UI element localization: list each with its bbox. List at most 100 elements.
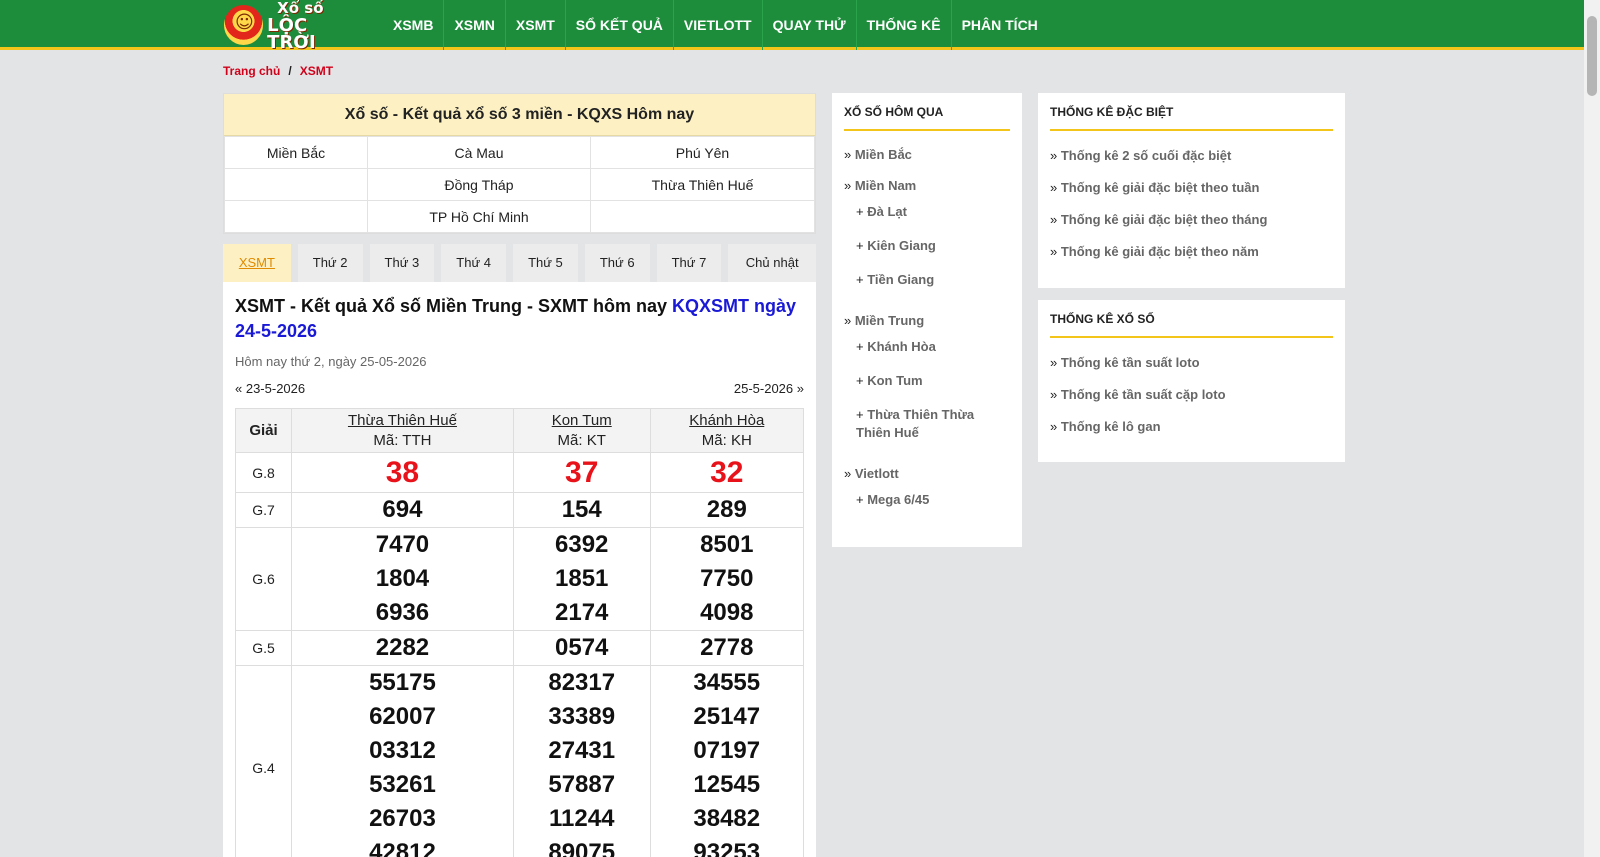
tab-thu-6[interactable]: Thứ 6 [584, 244, 650, 282]
lottery-stats-link[interactable]: Thống kê tần suất cặp loto [1061, 387, 1226, 402]
prize-number: 0574 [512, 630, 651, 666]
prize-number: 34555 [693, 669, 761, 696]
province-link[interactable]: Đồng Tháp [367, 168, 591, 201]
prize-number: 2174 [555, 599, 609, 626]
prize-number: 03312 [369, 737, 436, 764]
prize-number: 37 [512, 452, 651, 493]
yesterday-sub-link[interactable]: Mega 6/45 [867, 492, 929, 507]
nav-thong-ke[interactable]: THỐNG KÊ [857, 0, 952, 50]
prize-number: 55175 [369, 669, 436, 696]
giai-header: Giải [235, 408, 292, 453]
province-link[interactable]: Thừa Thiên Huế [590, 168, 815, 201]
prize-number: 53261 [369, 771, 436, 798]
yesterday-sub-link[interactable]: Thừa Thiên Thừa Thiên Huế [856, 407, 974, 440]
lottery-stats-link[interactable]: Thống kê tần suất loto [1061, 355, 1200, 370]
next-date-link[interactable]: 25-5-2026 » [734, 381, 804, 396]
tab-thu-7[interactable]: Thứ 7 [656, 244, 722, 282]
prize-number: 42812 [369, 839, 436, 857]
yesterday-title: XỔ SỐ HÔM QUA [844, 105, 1010, 131]
prize-row-g8: G.8 38 37 32 [235, 452, 805, 493]
special-stats-link[interactable]: Thống kê giải đặc biệt theo tháng [1061, 212, 1268, 227]
site-logo[interactable]: Xổ số LỘC TRỜI [224, 0, 360, 51]
prize-number: 62007 [369, 703, 436, 730]
prize-number: 1804 [375, 565, 430, 592]
nav-so-ket-qua[interactable]: SỔ KẾT QUẢ [566, 0, 674, 50]
prize-number: 32 [649, 452, 805, 493]
breadcrumb: Trang chủ / XSMT [223, 64, 333, 78]
today-date: Hôm nay thứ 2, ngày 25-05-2026 [235, 354, 427, 369]
yesterday-sub-link[interactable]: Kiên Giang [867, 238, 936, 253]
main-nav: XSMB XSMN XSMT SỔ KẾT QUẢ VIETLOTT QUAY … [383, 0, 1048, 50]
province-name-link[interactable]: Khánh Hòa [651, 411, 803, 431]
special-stats-link[interactable]: Thống kê giải đặc biệt theo tuần [1061, 180, 1260, 195]
tab-thu-5[interactable]: Thứ 5 [513, 244, 578, 282]
prize-number: 38 [291, 452, 514, 493]
prev-date-link[interactable]: « 23-5-2026 [235, 381, 305, 396]
result-panel: XSMT - Kết quả Xổ số Miền Trung - SXMT h… [223, 282, 816, 857]
tab-thu-4[interactable]: Thứ 4 [441, 244, 507, 282]
province-column-header: Kon Tum Mã: KT [512, 408, 651, 453]
prize-number: 2282 [291, 630, 514, 666]
provinces-box-title: Xổ số - Kết quả xổ số 3 miền - KQXS Hôm … [224, 94, 815, 136]
yesterday-mien-nam[interactable]: Miền Nam [855, 178, 916, 193]
prize-label: G.5 [235, 630, 292, 666]
prize-label: G.8 [235, 452, 292, 493]
province-name-link[interactable]: Thừa Thiên Huế [292, 411, 513, 431]
breadcrumb-current[interactable]: XSMT [300, 64, 333, 78]
province-name-link[interactable]: Kon Tum [514, 411, 650, 431]
special-stats-link[interactable]: Thống kê giải đặc biệt theo năm [1061, 244, 1259, 259]
prize-number: 93253 [693, 839, 761, 857]
yesterday-vietlott[interactable]: Vietlott [855, 466, 899, 481]
day-tabs: XSMT Thứ 2 Thứ 3 Thứ 4 Thứ 5 Thứ 6 Thứ 7… [223, 244, 817, 282]
nav-xsmb[interactable]: XSMB [383, 0, 445, 50]
main-content: Xổ số - Kết quả xổ số 3 miền - KQXS Hôm … [223, 93, 817, 857]
date-pager: « 23-5-2026 25-5-2026 » [235, 381, 804, 396]
special-stats-sidebar: THỐNG KÊ ĐẶC BIỆT » Thống kê 2 số cuối đ… [1038, 93, 1345, 288]
province-cell-empty [590, 200, 815, 233]
prize-number: 07197 [693, 737, 761, 764]
prize-number: 11244 [549, 805, 615, 832]
prize-number: 38482 [693, 805, 761, 832]
nav-vietlott[interactable]: VIETLOTT [674, 0, 763, 50]
result-heading-text: XSMT - Kết quả Xổ số Miền Trung - SXMT h… [235, 296, 668, 316]
tab-xsmt[interactable]: XSMT [223, 244, 291, 282]
prize-label: G.6 [235, 527, 292, 631]
nav-phan-tich[interactable]: PHÂN TÍCH [952, 0, 1048, 50]
province-link[interactable]: Miền Bắc [224, 136, 368, 169]
breadcrumb-home[interactable]: Trang chủ [223, 64, 280, 78]
nav-xsmt[interactable]: XSMT [506, 0, 566, 50]
prize-number: 26703 [369, 805, 436, 832]
lottery-stats-sidebar: THỐNG KÊ XỔ SỐ » Thống kê tần suất loto … [1038, 300, 1345, 462]
province-link[interactable]: TP Hồ Chí Minh [367, 200, 591, 233]
province-link[interactable]: Phú Yên [590, 136, 815, 169]
tab-chu-nhat[interactable]: Chủ nhật [728, 244, 817, 282]
result-heading: XSMT - Kết quả Xổ số Miền Trung - SXMT h… [235, 294, 804, 344]
yesterday-sub-link[interactable]: Tiền Giang [867, 272, 934, 287]
yesterday-sub-link[interactable]: Khánh Hòa [867, 339, 936, 354]
yesterday-sub-link[interactable]: Đà Lạt [867, 204, 907, 219]
prize-number: 7750 [700, 565, 754, 592]
prize-row-g7: G.7 694 154 289 [235, 492, 805, 528]
tab-thu-2[interactable]: Thứ 2 [297, 244, 363, 282]
special-stats-link[interactable]: Thống kê 2 số cuối đặc biệt [1061, 148, 1231, 163]
prize-number: 12545 [693, 771, 761, 798]
yesterday-mien-trung[interactable]: Miền Trung [855, 313, 924, 328]
yesterday-mien-bac[interactable]: Miền Bắc [855, 147, 912, 162]
yesterday-sub-link[interactable]: Kon Tum [867, 373, 922, 388]
nav-xsmn[interactable]: XSMN [444, 0, 506, 50]
prize-number: 6936 [375, 599, 430, 626]
nav-quay-thu[interactable]: QUAY THỬ [763, 0, 857, 50]
prize-row-g6: G.6 7470 1804 6936 6392 1851 2174 8501 7… [235, 527, 805, 631]
results-table: Giải Thừa Thiên Huế Mã: TTH Kon Tum Mã: … [235, 408, 805, 857]
prize-number: 4098 [700, 599, 754, 626]
lottery-stats-link[interactable]: Thống kê lô gan [1061, 419, 1161, 434]
scrollbar-thumb[interactable] [1587, 16, 1597, 96]
prize-label: G.4 [235, 665, 292, 857]
page-scrollbar[interactable] [1584, 0, 1600, 857]
special-stats-title: THỐNG KÊ ĐẶC BIỆT [1050, 105, 1333, 131]
province-link[interactable]: Cà Mau [367, 136, 591, 169]
provinces-box: Xổ số - Kết quả xổ số 3 miền - KQXS Hôm … [223, 93, 816, 234]
prize-number: 694 [291, 492, 514, 528]
prize-row-g4: G.4 55175 62007 03312 53261 26703 42812 … [235, 665, 805, 857]
tab-thu-3[interactable]: Thứ 3 [369, 244, 435, 282]
